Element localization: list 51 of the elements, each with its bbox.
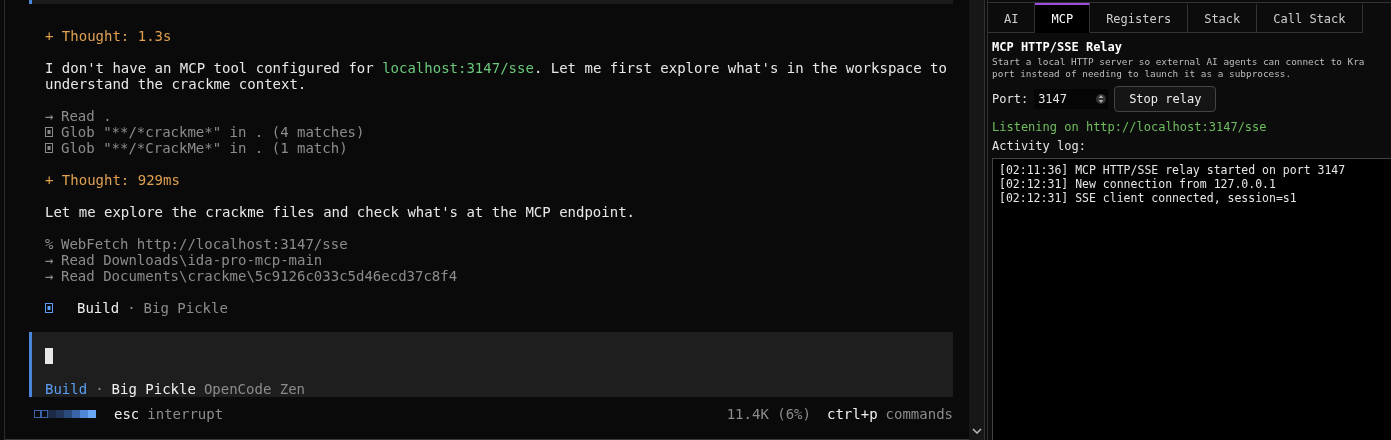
log-label: Activity log: xyxy=(992,138,1087,154)
tool-call: WebFetch http://localhost:3147/sse xyxy=(61,236,348,253)
shortcut-action: commands xyxy=(885,406,953,423)
description-text: Start a local HTTP server so external AI agents can connect to Kra xyxy=(992,56,1366,68)
tab[interactable]: AI xyxy=(988,3,1036,33)
tab[interactable]: Stack xyxy=(1188,3,1258,33)
tool-marker: → xyxy=(45,108,55,125)
scroll-down-icon[interactable] xyxy=(972,428,982,434)
model-name: Big Pickle xyxy=(111,381,196,398)
text-cursor xyxy=(45,348,53,365)
model-name: Big Pickle xyxy=(143,300,228,317)
port-field[interactable]: 3147 xyxy=(1034,89,1109,109)
agent-name: Build xyxy=(77,300,120,317)
tool-call: Read . xyxy=(61,108,112,125)
placeholder-glyph-icon xyxy=(45,143,53,154)
log-entry: [02:11:36] MCP HTTP/SSE relay started on port 3147 xyxy=(999,163,1347,177)
agent-icon xyxy=(45,303,53,314)
log-entry: [02:12:31] SSE client connected, session=s1 xyxy=(999,191,1298,205)
tool-marker: → xyxy=(45,252,55,269)
tool-call: Glob "**/*CrackMe*" in . (1 match) xyxy=(61,140,348,157)
thought-label: + Thought: 929ms xyxy=(45,172,181,189)
placeholder-glyph-icon xyxy=(45,127,53,138)
prompt-input[interactable]: Build · Big Pickle OpenCode Zen xyxy=(29,332,953,398)
agent-name: Build xyxy=(45,381,88,398)
thought-label: + Thought: 1.3s xyxy=(45,28,173,45)
panel-heading: MCP HTTP/SSE Relay xyxy=(992,39,1124,56)
shortcut-key: esc xyxy=(114,406,140,423)
status-text: Listening on http://localhost:3147/sse xyxy=(992,119,1268,135)
message-text: I don't have an MCP tool configured for localhost:3147/sse. Let me first explore what's in the workspace to understand the crackme context. xyxy=(45,60,948,93)
token-count: 11.4K (6%) xyxy=(726,406,811,423)
tool-call: Read Downloads\ida-pro-mcp-main xyxy=(61,252,323,269)
stop-relay-button[interactable]: Stop relay xyxy=(1114,86,1217,112)
tool-marker: % xyxy=(45,236,55,253)
provider-name: OpenCode Zen xyxy=(203,381,306,398)
separator: · xyxy=(127,300,136,317)
scrollbar[interactable] xyxy=(969,0,985,440)
description-text: port instead of needing to launch it as a subprocess. xyxy=(992,68,1293,80)
log-entry: [02:12:31] New connection from 127.0.0.1 xyxy=(999,177,1277,191)
tab[interactable]: Call Stack xyxy=(1257,3,1363,33)
tab[interactable]: MCP xyxy=(1035,3,1091,33)
shortcut-action: interrupt xyxy=(147,406,224,423)
port-label: Port: xyxy=(992,92,1029,106)
message-text: Let me explore the crackme files and check what's at the MCP endpoint. xyxy=(45,204,636,221)
tool-marker: → xyxy=(45,268,55,285)
tab[interactable]: Registers xyxy=(1090,3,1189,33)
shortcut-key: ctrl+p xyxy=(827,406,878,423)
progress-spinner-drawing xyxy=(34,410,98,419)
spin-arrows-icon[interactable] xyxy=(1096,92,1107,106)
tool-call: Glob "**/*crackme*" in . (4 matches) xyxy=(61,124,365,141)
tool-call: Read Documents\crackme\5c9126c033c5d46ecd37c8f4 xyxy=(61,268,458,285)
separator: · xyxy=(95,381,104,398)
